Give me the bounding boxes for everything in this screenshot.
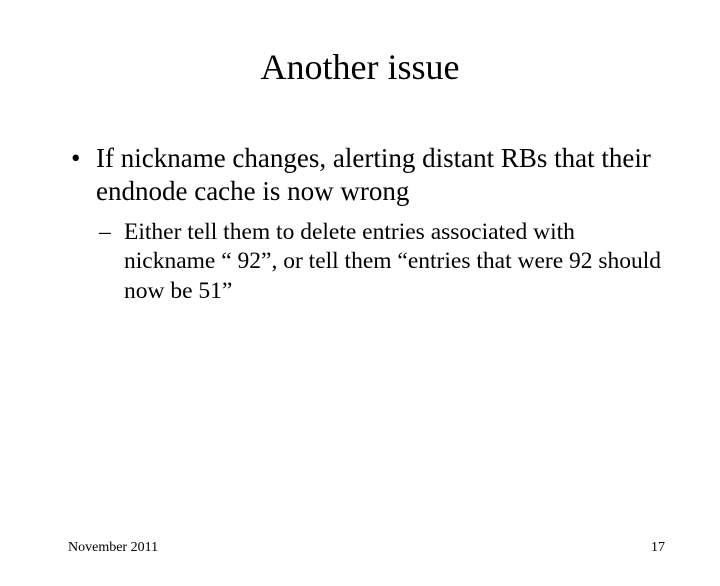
bullet-l1-text: If nickname changes, alerting distant RB… (96, 143, 651, 206)
bullet-level-1: • If nickname changes, alerting distant … (68, 142, 665, 208)
slide-title: Another issue (0, 46, 720, 88)
bullet-l2-text: Either tell them to delete entries assoc… (124, 219, 661, 304)
bullet-dot-icon: • (71, 142, 80, 175)
slide: Another issue • If nickname changes, ale… (0, 46, 720, 586)
slide-body: • If nickname changes, alerting distant … (0, 142, 720, 306)
footer-date: November 2011 (68, 540, 158, 556)
bullet-dash-icon: – (99, 218, 111, 247)
bullet-level-2: – Either tell them to delete entries ass… (96, 218, 665, 306)
slide-footer: November 2011 17 (68, 540, 665, 556)
footer-page-number: 17 (651, 540, 665, 556)
